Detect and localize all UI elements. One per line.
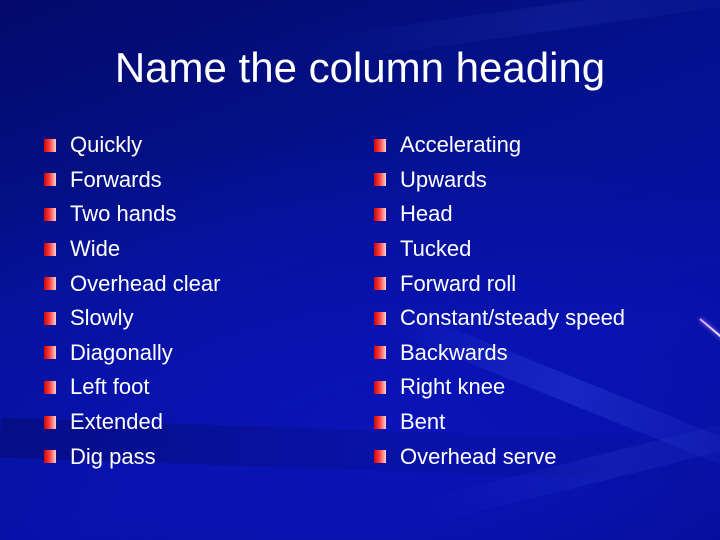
list-item: Tucked (374, 232, 625, 267)
left-bullet-list: Quickly Forwards Two hands Wide Overhead… (44, 128, 220, 474)
list-item-text: Diagonally (70, 339, 173, 365)
list-item: Two hands (44, 197, 220, 232)
list-item: Forwards (44, 163, 220, 198)
list-item-text: Bent (400, 409, 446, 435)
list-item: Upwards (374, 163, 625, 198)
square-bullet-icon (374, 173, 386, 187)
list-item-text: Quickly (70, 132, 143, 158)
square-bullet-icon (374, 138, 386, 152)
list-item-text: Overhead serve (400, 443, 557, 469)
list-item-text: Constant/steady speed (400, 305, 626, 331)
list-item-text: Right knee (400, 374, 506, 400)
list-item: Diagonally (44, 336, 220, 371)
square-bullet-icon (44, 450, 56, 464)
square-bullet-icon (374, 415, 386, 429)
list-item-text: Slowly (70, 305, 134, 331)
square-bullet-icon (374, 277, 386, 291)
square-bullet-icon (374, 207, 386, 221)
list-item: Left foot (44, 370, 220, 405)
list-item: Quickly (44, 128, 220, 163)
list-item-text: Backwards (400, 339, 508, 365)
list-item-text: Extended (70, 409, 163, 435)
list-item-text: Head (400, 201, 453, 227)
list-item: Overhead serve (374, 439, 625, 474)
slide-title: Name the column heading (114, 44, 606, 91)
square-bullet-icon (44, 311, 56, 325)
list-item: Accelerating (374, 128, 625, 163)
list-item-text: Left foot (70, 374, 150, 400)
list-item-text: Overhead clear (70, 270, 221, 296)
list-item: Slowly (44, 301, 220, 336)
list-item: Head (374, 197, 625, 232)
list-item-text: Dig pass (70, 443, 156, 469)
square-bullet-icon (374, 311, 386, 325)
square-bullet-icon (44, 242, 56, 256)
list-item-text: Forward roll (400, 270, 517, 296)
square-bullet-icon (374, 346, 386, 360)
square-bullet-icon (44, 346, 56, 360)
square-bullet-icon (374, 450, 386, 464)
square-bullet-icon (44, 277, 56, 291)
list-item: Right knee (374, 370, 625, 405)
list-item: Dig pass (44, 439, 220, 474)
square-bullet-icon (44, 380, 56, 394)
square-bullet-icon (374, 242, 386, 256)
list-item: Backwards (374, 336, 625, 371)
list-item: Forward roll (374, 266, 625, 301)
square-bullet-icon (374, 380, 386, 394)
list-item: Overhead clear (44, 266, 220, 301)
list-item-text: Wide (70, 236, 121, 262)
list-item: Constant/steady speed (374, 301, 625, 336)
list-item: Extended (44, 405, 220, 440)
square-bullet-icon (44, 173, 56, 187)
square-bullet-icon (44, 415, 56, 429)
list-item-text: Accelerating (400, 132, 522, 158)
square-bullet-icon (44, 207, 56, 221)
square-bullet-icon (44, 138, 56, 152)
list-item-text: Forwards (70, 166, 162, 192)
list-item: Wide (44, 232, 220, 267)
list-item: Bent (374, 405, 625, 440)
list-item-text: Tucked (400, 236, 472, 262)
list-item-text: Two hands (70, 201, 177, 227)
right-bullet-list: Accelerating Upwards Head Tucked Forward… (374, 128, 625, 474)
list-item-text: Upwards (400, 166, 487, 192)
